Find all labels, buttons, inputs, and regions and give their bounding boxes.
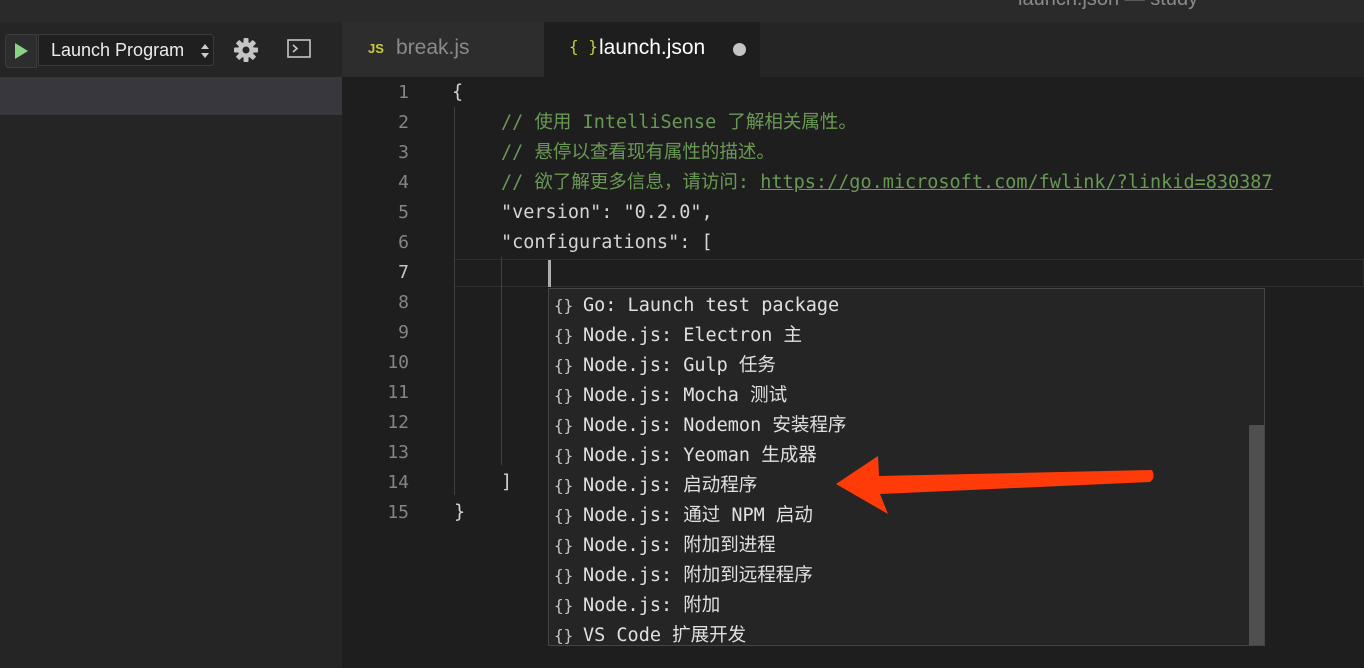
start-debugging-button[interactable] — [5, 34, 37, 68]
code-line: } — [454, 502, 466, 523]
indent-guide — [454, 107, 455, 495]
js-file-icon: JS — [368, 41, 384, 56]
line-number: 10 — [387, 352, 409, 373]
text-cursor — [548, 260, 551, 287]
suggestion-label: Node.js: Electron 主 — [583, 325, 802, 346]
line-number: 12 — [387, 412, 409, 433]
line-number: 6 — [398, 232, 409, 253]
line-number: 9 — [398, 322, 409, 343]
suggestion-label: Node.js: Yeoman 生成器 — [583, 445, 817, 466]
suggestion-item[interactable]: {} Node.js: Mocha 测试 — [549, 381, 1249, 411]
snippet-icon: {} — [554, 326, 574, 345]
tab-label: launch.json — [599, 36, 706, 59]
tab-break-js[interactable]: JS break.js — [342, 22, 544, 77]
suggestion-item[interactable]: {} Node.js: 附加到进程 — [549, 531, 1249, 561]
suggestion-item[interactable]: {} Node.js: Yeoman 生成器 — [549, 441, 1249, 471]
line-number: 4 — [398, 172, 409, 193]
suggestion-label: Node.js: 附加到远程程序 — [583, 565, 813, 586]
suggestion-item[interactable]: {} Node.js: 附加到远程程序 — [549, 561, 1249, 591]
snippet-icon: {} — [554, 566, 574, 585]
suggestion-label: VS Code 扩展开发 — [583, 625, 747, 646]
snippet-icon: {} — [554, 416, 574, 435]
snippet-icon: {} — [554, 476, 574, 495]
code-line: // 悬停以查看现有属性的描述。 — [501, 138, 775, 168]
line-number: 11 — [387, 382, 409, 403]
suggestion-label: Node.js: 附加到进程 — [583, 535, 776, 556]
line-number: 15 — [387, 502, 409, 523]
docs-link[interactable]: https://go.microsoft.com/fwlink/?linkid=… — [760, 172, 1272, 193]
suggestion-label: Node.js: Nodemon 安装程序 — [583, 415, 847, 436]
indent-guide — [501, 257, 502, 465]
code-line: // 使用 IntelliSense 了解相关属性。 — [501, 108, 857, 138]
suggestion-item[interactable]: {} Go: Launch test package — [549, 291, 1249, 321]
comment: // 使用 IntelliSense 了解相关属性。 — [501, 112, 857, 133]
code-line: // 欲了解更多信息，请访问: https://go.microsoft.com… — [501, 168, 1273, 198]
debug-sidebar: Launch Program — [0, 22, 342, 668]
code-line: ] — [501, 472, 513, 493]
select-arrows-icon — [201, 44, 209, 58]
json-file-icon: { } — [569, 37, 598, 56]
snippet-icon: {} — [554, 506, 574, 525]
title-bar: launch.json — study — [0, 0, 1364, 22]
code-line: "configurations": [ — [501, 232, 713, 253]
editor-tabs: JS break.js { } launch.json — [342, 22, 1364, 77]
line-number: 1 — [398, 82, 409, 103]
snippet-icon: {} — [554, 386, 574, 405]
launch-config-label: Launch Program — [51, 40, 185, 60]
tab-label: break.js — [396, 36, 470, 59]
line-number: 13 — [387, 442, 409, 463]
play-icon — [15, 43, 28, 59]
suggestion-item[interactable]: {} Node.js: Nodemon 安装程序 — [549, 411, 1249, 441]
code-line: "version": "0.2.0", — [501, 202, 713, 223]
suggestion-item[interactable]: {} Node.js: Gulp 任务 — [549, 351, 1249, 381]
line-number-active: 7 — [398, 262, 409, 283]
snippet-icon: {} — [554, 536, 574, 555]
suggestion-item[interactable]: {} Node.js: 附加 — [549, 591, 1249, 621]
unsaved-dot-icon[interactable] — [733, 43, 746, 56]
line-number: 8 — [398, 292, 409, 313]
code-line: { — [452, 82, 464, 103]
suggestion-label: Node.js: 附加 — [583, 595, 721, 616]
snippet-icon: {} — [554, 446, 574, 465]
terminal-icon[interactable] — [287, 39, 311, 59]
suggestion-label: Go: Launch test package — [583, 295, 840, 316]
line-number: 14 — [387, 472, 409, 493]
suggestion-label: Node.js: Gulp 任务 — [583, 355, 776, 376]
suggestion-label: Node.js: 通过 NPM 启动 — [583, 505, 813, 526]
gear-icon[interactable] — [233, 37, 259, 63]
current-line-highlight — [454, 259, 1364, 287]
line-number: 2 — [398, 112, 409, 133]
sidebar-selected-row[interactable] — [0, 77, 342, 115]
suggestion-item[interactable]: {} Node.js: Electron 主 — [549, 321, 1249, 351]
line-number: 5 — [398, 202, 409, 223]
suggestion-label: Node.js: Mocha 测试 — [583, 385, 788, 406]
snippet-icon: {} — [554, 296, 574, 315]
launch-config-select[interactable]: Launch Program — [38, 34, 214, 66]
snippet-icon: {} — [554, 626, 574, 645]
suggestion-item[interactable]: {} VS Code 扩展开发 — [549, 621, 1249, 646]
suggestion-item[interactable]: {} Node.js: 通过 NPM 启动 — [549, 501, 1249, 531]
window-title: launch.json — study — [1018, 0, 1198, 11]
snippet-icon: {} — [554, 356, 574, 375]
debug-toolbar: Launch Program — [0, 22, 342, 77]
tab-launch-json[interactable]: { } launch.json — [544, 22, 760, 77]
snippet-icon: {} — [554, 596, 574, 615]
suggestion-scrollbar[interactable] — [1249, 425, 1264, 645]
line-number: 3 — [398, 142, 409, 163]
suggestion-widget[interactable]: {} Go: Launch test package {} Node.js: E… — [548, 288, 1265, 646]
suggestion-label: Node.js: 启动程序 — [583, 475, 758, 496]
suggestion-item-launch-program[interactable]: {} Node.js: 启动程序 — [549, 471, 1249, 501]
comment: // 悬停以查看现有属性的描述。 — [501, 142, 775, 163]
comment: // 欲了解更多信息，请访问: — [501, 172, 761, 193]
